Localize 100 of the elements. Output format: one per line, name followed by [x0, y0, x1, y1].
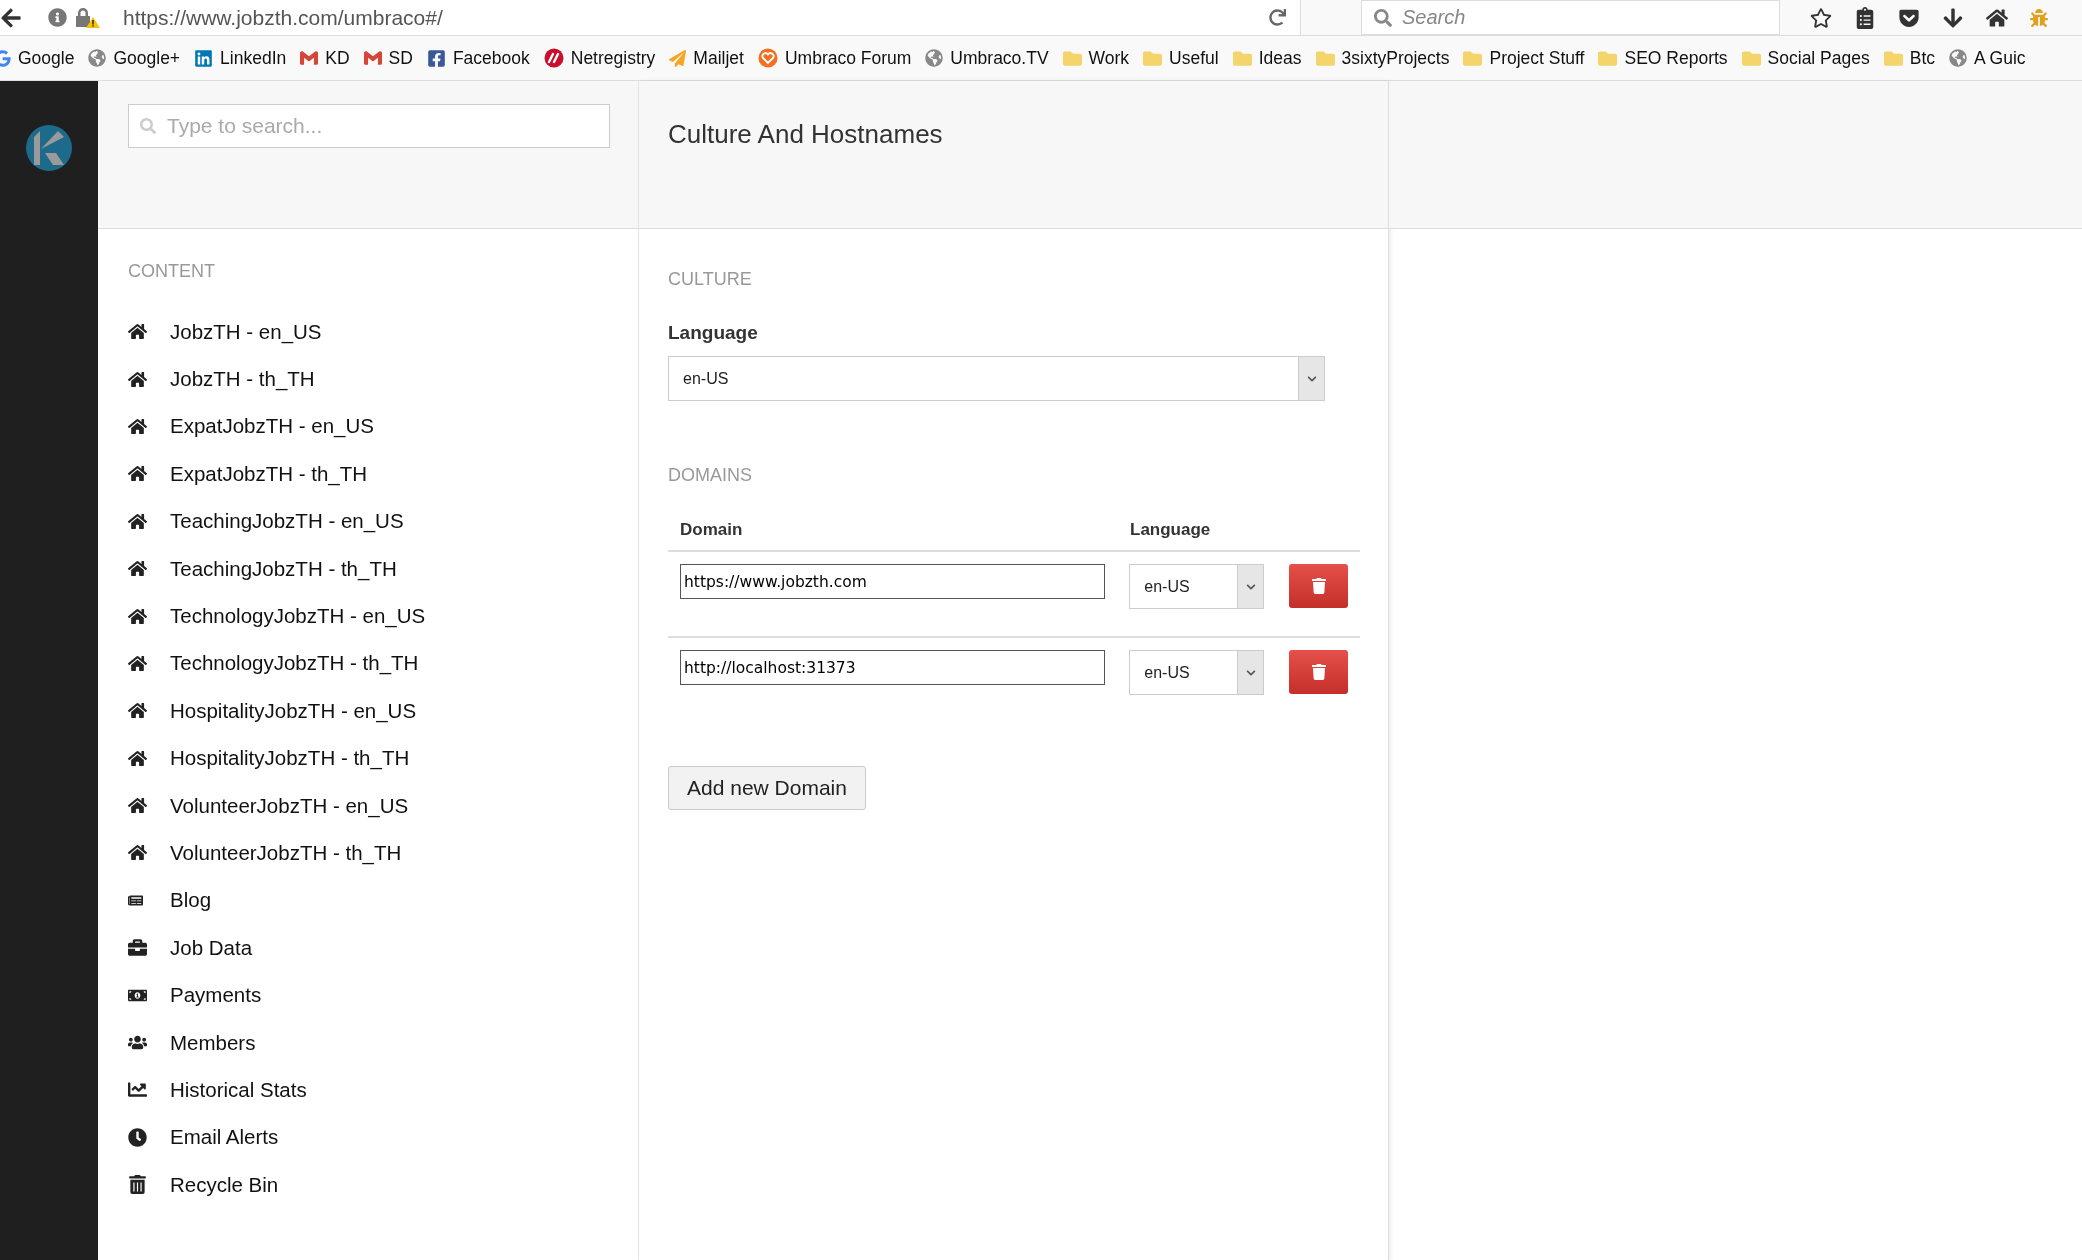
folder-icon: [1062, 48, 1082, 68]
home-icon: [128, 416, 147, 436]
home-icon: [128, 559, 147, 579]
address-bar[interactable]: https://www.jobzth.com/umbraco#/: [123, 5, 443, 30]
tree-item[interactable]: ExpatJobzTH - en_US: [170, 414, 374, 439]
language-select[interactable]: en-US: [668, 356, 1325, 401]
delete-button[interactable]: [1289, 650, 1348, 694]
chart-icon: [128, 1080, 147, 1100]
field-label: Language: [668, 322, 759, 344]
bookmark-link[interactable]: SEO Reports: [1624, 47, 1728, 69]
bookmark-link[interactable]: Umbraco.TV: [950, 47, 1049, 69]
home-icon: [128, 653, 147, 673]
home-icon: [128, 322, 147, 342]
bookmark-link[interactable]: Facebook: [452, 47, 530, 69]
domain-field[interactable]: https://www.jobzth.com: [680, 564, 1106, 599]
bookmark-link[interactable]: LinkedIn: [220, 47, 287, 69]
tree-item[interactable]: HospitalityJobzTH - en_US: [170, 698, 417, 723]
lock-warning-icon[interactable]: [75, 6, 101, 29]
bookmark-link[interactable]: Mailjet: [693, 47, 744, 69]
tree-item[interactable]: TechnologyJobzTH - th_TH: [170, 651, 419, 676]
folder-icon: [1143, 48, 1163, 68]
home-icon: [128, 748, 147, 768]
globe-icon: [88, 49, 107, 67]
domain-field[interactable]: http://localhost:31373: [680, 650, 1106, 685]
bookmark-link[interactable]: Google: [18, 47, 75, 69]
star-icon[interactable]: [1810, 6, 1832, 29]
section-heading: CULTURE: [668, 269, 753, 290]
home-icon: [128, 464, 147, 484]
briefcase-icon: [128, 938, 147, 958]
bookmark-link[interactable]: SD: [388, 47, 413, 69]
tree-item[interactable]: JobzTH - th_TH: [170, 367, 315, 392]
list-icon[interactable]: [1854, 6, 1876, 29]
column-header: Language: [1130, 520, 1211, 539]
tree-item[interactable]: Historical Stats: [170, 1077, 307, 1102]
netregistry-icon: [543, 48, 564, 68]
tree-item[interactable]: Payments: [170, 983, 262, 1008]
mail-icon: [300, 49, 319, 67]
trash-icon: [128, 1175, 147, 1195]
mail-icon: [363, 49, 382, 67]
add-domain-button[interactable]: Add new Domain: [668, 766, 866, 810]
home-icon[interactable]: [1986, 6, 2008, 29]
bookmark-link[interactable]: Btc: [1909, 47, 1936, 69]
bookmark-link[interactable]: KD: [325, 47, 350, 69]
tree-item[interactable]: TeachingJobzTH - en_US: [170, 509, 404, 534]
chevron-icon: [1245, 581, 1256, 592]
download-icon[interactable]: [1942, 6, 1964, 29]
language-select[interactable]: en-US: [1129, 650, 1265, 695]
delete-button[interactable]: [1289, 564, 1348, 608]
tree-item[interactable]: TeachingJobzTH - th_TH: [170, 556, 397, 581]
home-icon: [128, 606, 147, 626]
tree-item[interactable]: VolunteerJobzTH - th_TH: [170, 841, 402, 865]
language-select[interactable]: en-US: [1129, 564, 1265, 609]
browser-search-field[interactable]: Search: [1361, 0, 1780, 35]
globe-icon: [925, 49, 944, 67]
home-icon: [128, 796, 147, 816]
tree-item[interactable]: VolunteerJobzTH - en_US: [170, 793, 409, 818]
chevron-icon: [1245, 667, 1256, 678]
tree-item[interactable]: Job Data: [170, 935, 253, 960]
tree-item[interactable]: Members: [170, 1030, 256, 1055]
folder-icon: [1741, 48, 1761, 68]
info-icon[interactable]: [48, 8, 67, 27]
search-icon: [140, 118, 156, 134]
tree-item[interactable]: ExpatJobzTH - th_TH: [170, 461, 368, 486]
tree-item[interactable]: Recycle Bin: [170, 1172, 279, 1197]
search-placeholder: Search: [1402, 6, 1466, 29]
chevron-icon: [1306, 373, 1317, 384]
search-field[interactable]: Type to search...: [128, 104, 610, 148]
linkedin-icon: [194, 48, 214, 68]
bookmark-link[interactable]: Work: [1088, 47, 1130, 69]
tree-item[interactable]: HospitalityJobzTH - th_TH: [170, 746, 410, 771]
bookmark-link[interactable]: Google+: [113, 47, 181, 69]
tree-item[interactable]: Blog: [170, 888, 212, 913]
bookmark-link[interactable]: Ideas: [1258, 47, 1302, 69]
folder-icon: [1598, 48, 1618, 68]
bookmark-link[interactable]: Project Stuff: [1489, 47, 1585, 69]
bookmark-link[interactable]: A Guic: [1974, 47, 2026, 69]
clock-icon: [128, 1127, 147, 1147]
tree-item[interactable]: TechnologyJobzTH - en_US: [170, 604, 426, 629]
reload-icon[interactable]: [1269, 9, 1286, 26]
back-icon[interactable]: [0, 6, 22, 29]
bookmark-link[interactable]: Social Pages: [1767, 47, 1870, 69]
bookmark-link[interactable]: 3sixtyProjects: [1341, 47, 1450, 69]
home-icon: [128, 701, 147, 721]
globe-icon: [1949, 49, 1968, 67]
folder-icon: [1883, 48, 1903, 68]
bookmark-link[interactable]: Useful: [1169, 47, 1219, 69]
search-icon: [1374, 8, 1392, 27]
bookmark-link[interactable]: Netregistry: [570, 47, 656, 69]
section-heading: DOMAINS: [668, 465, 753, 486]
page-title: Culture And Hostnames: [668, 119, 944, 150]
trash-icon: [1310, 578, 1327, 594]
tree-item[interactable]: Email Alerts: [170, 1125, 279, 1150]
home-icon: [128, 843, 147, 863]
tree-item[interactable]: JobzTH - en_US: [170, 319, 322, 344]
logo-icon[interactable]: [26, 125, 72, 171]
paper-plane-icon: [669, 49, 687, 67]
bookmark-link[interactable]: Umbraco Forum: [784, 47, 912, 69]
home-icon: [128, 369, 147, 389]
trash-icon: [1310, 664, 1327, 680]
column-header: Domain: [680, 520, 743, 539]
